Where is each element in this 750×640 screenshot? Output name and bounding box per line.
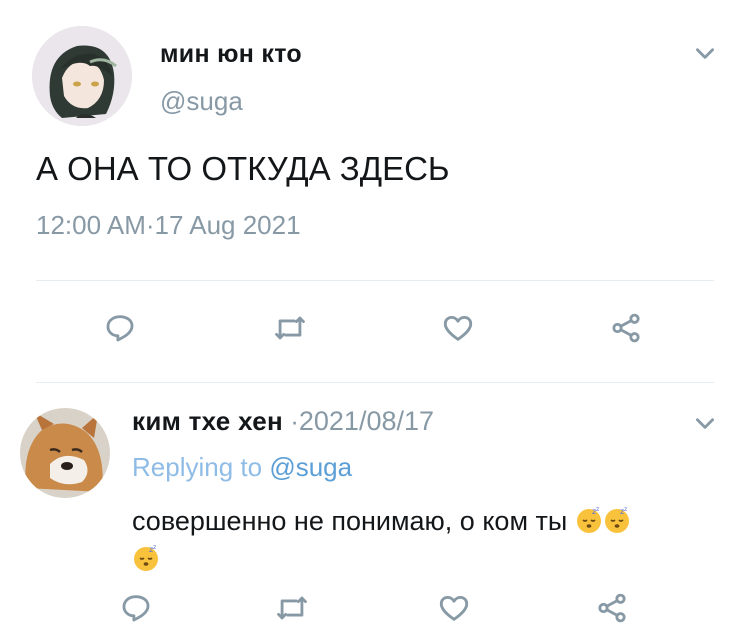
main-author-avatar[interactable] bbox=[32, 26, 132, 126]
reply-chevron-down-icon[interactable] bbox=[692, 410, 718, 441]
reply-share-button[interactable] bbox=[592, 588, 632, 628]
reply-author-name[interactable]: ким тхе хен bbox=[132, 406, 283, 436]
sleeping-face-emoji: zz bbox=[604, 506, 629, 533]
main-tweet-chevron-down-icon[interactable] bbox=[692, 40, 718, 71]
main-tweet-time: 12:00 AM bbox=[36, 210, 146, 240]
reply-text: совершенно не понимаю, о ком ты bbox=[132, 506, 568, 536]
retweet-icon bbox=[275, 316, 305, 340]
like-icon bbox=[439, 595, 469, 621]
sleeping-face-emoji: zz bbox=[576, 506, 601, 533]
anime-avatar-image bbox=[32, 26, 132, 126]
main-retweet-button[interactable] bbox=[270, 308, 310, 348]
replying-to-handle-link[interactable]: @suga bbox=[269, 452, 352, 482]
reply-date-separator: · bbox=[290, 406, 299, 436]
reply-icon bbox=[122, 595, 150, 622]
main-tweet-divider-top bbox=[36, 280, 714, 281]
reply-reply-button[interactable] bbox=[116, 588, 156, 628]
like-icon bbox=[443, 315, 473, 341]
reply-retweet-button[interactable] bbox=[272, 588, 312, 628]
svg-text:z: z bbox=[153, 544, 156, 551]
reply-like-button[interactable] bbox=[434, 588, 474, 628]
main-tweet-text: А ОНА ТО ОТКУДА ЗДЕСЬ bbox=[36, 150, 450, 187]
replying-to-line: Replying to @suga bbox=[132, 452, 352, 483]
main-tweet-date: 17 Aug 2021 bbox=[154, 210, 301, 240]
main-author-handle[interactable]: @suga bbox=[160, 86, 243, 117]
share-icon bbox=[598, 593, 626, 623]
main-tweet-divider-bottom bbox=[36, 382, 714, 383]
svg-text:z: z bbox=[596, 506, 599, 513]
timestamp-separator: · bbox=[145, 210, 155, 240]
reply-header: ким тхе хен ·2021/08/17 bbox=[132, 406, 434, 437]
dog-avatar-image bbox=[20, 408, 110, 498]
main-like-button[interactable] bbox=[438, 308, 478, 348]
main-author-name[interactable]: мин юн кто bbox=[160, 40, 302, 69]
retweet-icon bbox=[277, 596, 307, 620]
reply-icon bbox=[106, 315, 134, 342]
main-tweet-timestamp: 12:00 AM·17 Aug 2021 bbox=[36, 210, 301, 241]
reply-author-avatar[interactable] bbox=[20, 408, 110, 498]
replying-to-label: Replying to bbox=[132, 452, 263, 482]
sleeping-face-emoji: zz bbox=[134, 544, 158, 571]
reply-date: 2021/08/17 bbox=[298, 406, 435, 436]
main-reply-button[interactable] bbox=[100, 308, 140, 348]
main-share-button[interactable] bbox=[606, 308, 646, 348]
share-icon bbox=[612, 313, 640, 343]
svg-text:z: z bbox=[624, 506, 627, 513]
reply-text-block: совершенно не понимаю, о ком ты zzzz zz bbox=[132, 502, 722, 578]
